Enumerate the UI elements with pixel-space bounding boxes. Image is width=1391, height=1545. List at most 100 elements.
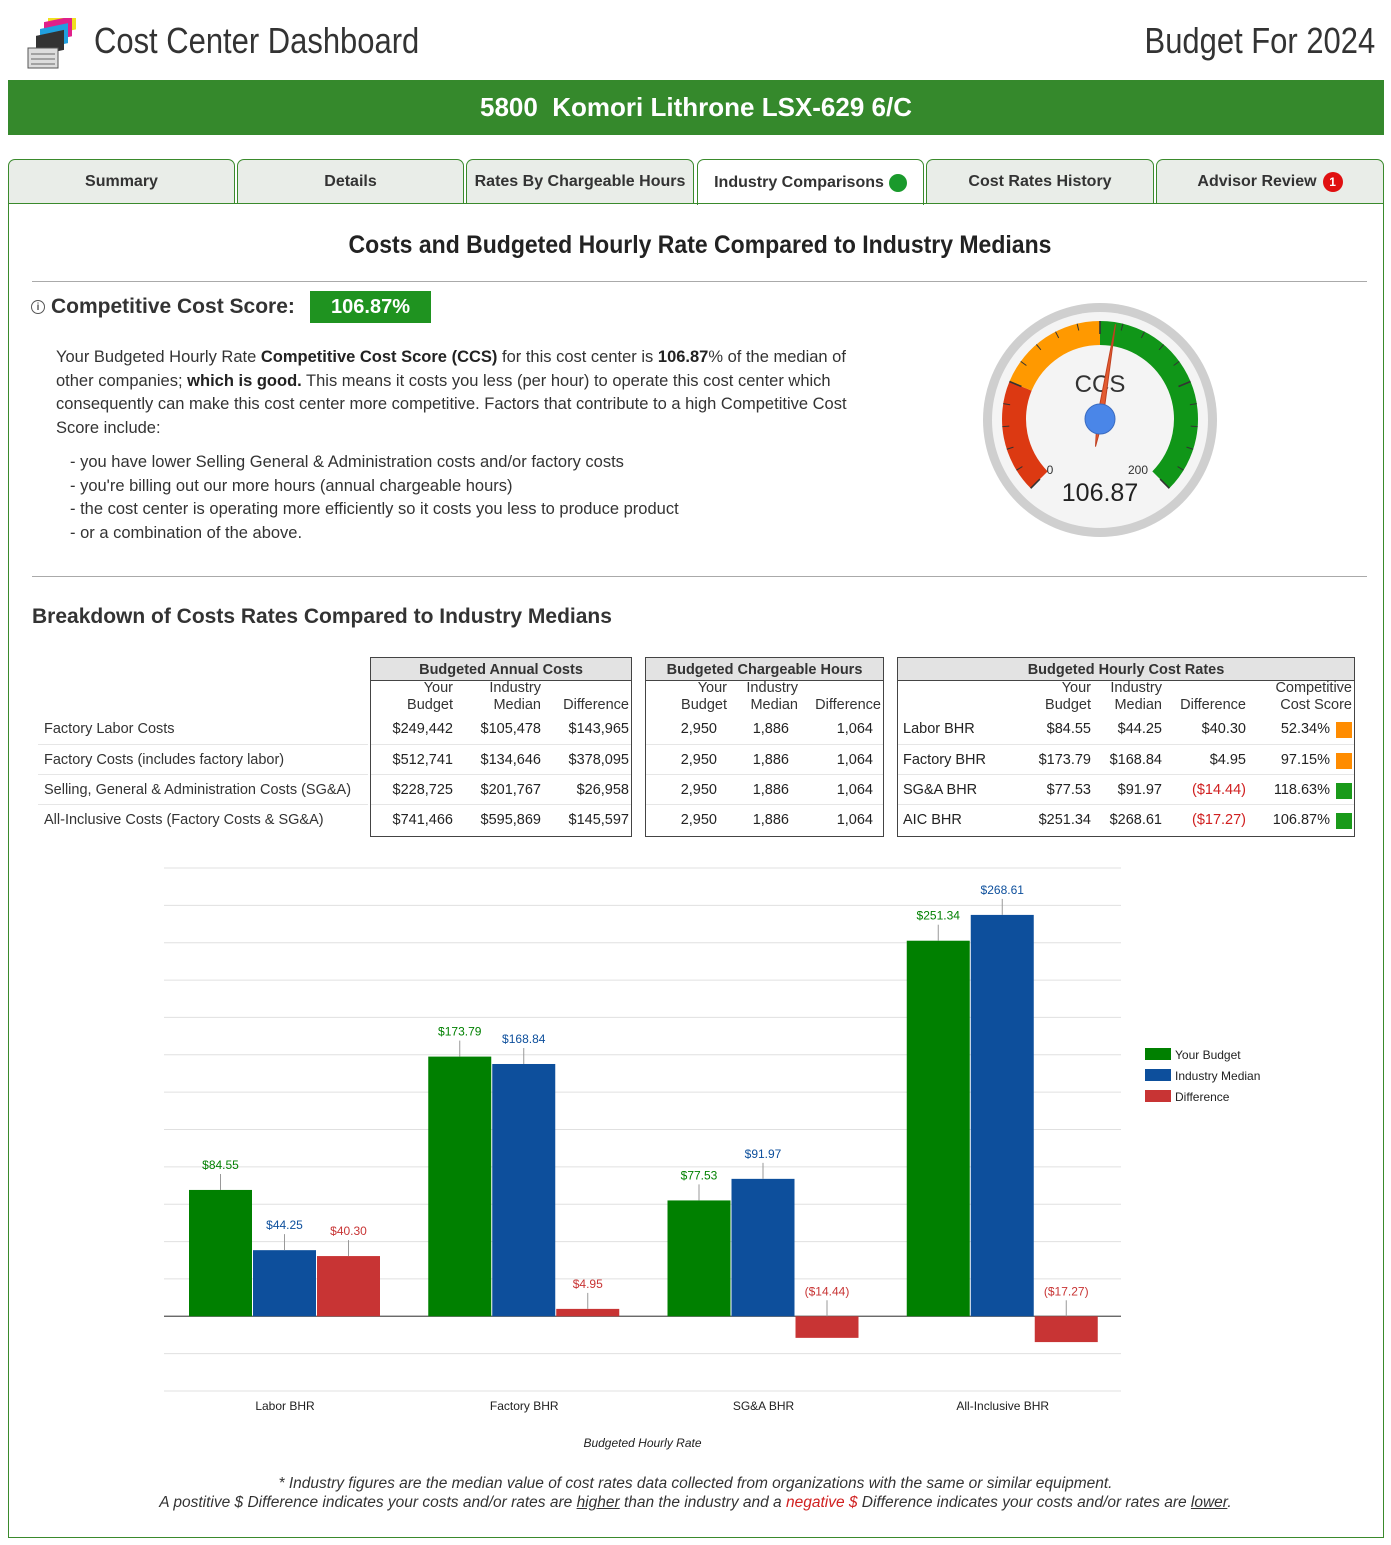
data-label: ($17.27) bbox=[1044, 1284, 1089, 1298]
chart-bar[interactable] bbox=[1034, 1316, 1098, 1343]
legend-swatch bbox=[1145, 1069, 1171, 1081]
chart-bar[interactable] bbox=[556, 1308, 620, 1317]
gauge-label: CCS bbox=[1075, 371, 1126, 398]
footnote-line: * Industry figures are the median value … bbox=[278, 1475, 1113, 1492]
ccs-gauge: CCS 0 200 106.87 bbox=[983, 303, 1217, 537]
table-cell: 1,064 bbox=[836, 752, 873, 768]
divider bbox=[32, 576, 1367, 577]
x-axis-label: Budgeted Hourly Rate bbox=[583, 1436, 701, 1450]
divider bbox=[32, 281, 1367, 282]
table-cell: $741,466 bbox=[392, 812, 453, 828]
header-line: Difference bbox=[1180, 697, 1246, 713]
chart-bar[interactable] bbox=[906, 940, 970, 1317]
tab-summary[interactable]: Summary bbox=[8, 159, 235, 204]
table-cell: $105,478 bbox=[480, 721, 541, 737]
legend-label: Industry Median bbox=[1175, 1069, 1260, 1083]
header-line: Budget bbox=[407, 697, 453, 713]
budget-year-label: Budget For 2024 bbox=[1144, 20, 1375, 61]
legend-label: Difference bbox=[1175, 1090, 1230, 1104]
table-cell: $512,741 bbox=[392, 752, 453, 768]
chart-bar[interactable] bbox=[317, 1256, 380, 1317]
table-cell: 2,950 bbox=[680, 752, 717, 768]
table-cell: $4.95 bbox=[1209, 752, 1246, 768]
gauge-max: 200 bbox=[1128, 463, 1148, 477]
table-cell: $143,965 bbox=[568, 721, 629, 737]
gauge-value: 106.87 bbox=[1062, 479, 1138, 507]
tab-industry-comparisons[interactable]: Industry Comparisons bbox=[697, 159, 924, 205]
row-separator bbox=[646, 804, 883, 805]
text: for this cost center is bbox=[497, 348, 658, 366]
header-line: Median bbox=[750, 697, 798, 713]
legend-swatch bbox=[1145, 1048, 1171, 1060]
column-header: Your Budget bbox=[681, 680, 727, 714]
header-line: Difference bbox=[815, 697, 881, 713]
row-separator bbox=[898, 774, 1354, 775]
tab-cost-rates-history[interactable]: Cost Rates History bbox=[926, 159, 1154, 204]
row-separator bbox=[646, 744, 883, 745]
header-line: Difference bbox=[563, 697, 629, 713]
chart-bar[interactable] bbox=[731, 1178, 795, 1317]
data-label: $173.79 bbox=[438, 1025, 482, 1039]
tab-label: Details bbox=[324, 173, 377, 190]
row-label: All-Inclusive Costs (Factory Costs & SG&… bbox=[44, 812, 324, 828]
gauge-min: 0 bbox=[1047, 463, 1054, 477]
footnote: * Industry figures are the median value … bbox=[0, 1474, 1391, 1512]
text: higher bbox=[576, 1494, 620, 1511]
chart-bar[interactable] bbox=[667, 1200, 731, 1317]
score-color-square bbox=[1336, 813, 1352, 829]
column-header: Your Budget bbox=[407, 680, 453, 714]
column-header: Competitive Cost Score bbox=[1275, 680, 1352, 714]
x-tick-label: Labor BHR bbox=[255, 1399, 315, 1413]
table-cell: $251.34 bbox=[1038, 812, 1091, 828]
tab-details[interactable]: Details bbox=[237, 159, 464, 204]
table-cell: $145,597 bbox=[568, 812, 629, 828]
table-cell: $44.25 bbox=[1117, 721, 1162, 737]
footnote-line: A postitive $ Difference indicates your … bbox=[0, 1493, 1391, 1512]
table-cell: $201,767 bbox=[480, 782, 541, 798]
data-label: $84.55 bbox=[202, 1158, 239, 1172]
row-separator bbox=[38, 744, 368, 745]
tab-advisor-review[interactable]: Advisor Review 1 bbox=[1156, 159, 1384, 204]
text-bold: 106.87 bbox=[657, 348, 709, 366]
chargeable-hours-table: Budgeted Chargeable Hours Your Budget Ind… bbox=[645, 657, 884, 837]
tab-rates-by-chargeable-hours[interactable]: Rates By Chargeable Hours bbox=[466, 159, 694, 204]
header-line: Competitive bbox=[1275, 680, 1352, 696]
table-cell: 2,950 bbox=[680, 782, 717, 798]
info-icon[interactable]: i bbox=[31, 300, 45, 314]
tab-label: Advisor Review bbox=[1197, 173, 1317, 190]
column-header: Difference bbox=[815, 680, 881, 714]
chart-bar[interactable] bbox=[253, 1250, 316, 1317]
x-tick-label: Factory BHR bbox=[490, 1399, 559, 1413]
table-cell: 1,064 bbox=[836, 782, 873, 798]
header-line: Industry bbox=[1110, 680, 1162, 696]
chart-bar[interactable] bbox=[970, 914, 1034, 1317]
table-cell: $40.30 bbox=[1201, 721, 1246, 737]
cost-center-banner: 5800 Komori Lithrone LSX-629 6/C bbox=[8, 80, 1384, 135]
text: Your Budgeted Hourly Rate bbox=[56, 348, 261, 366]
table-cell: $91.97 bbox=[1117, 782, 1162, 798]
text: negative $ bbox=[785, 1494, 858, 1511]
row-label: Selling, General & Administration Costs … bbox=[44, 782, 352, 798]
row-separator bbox=[646, 774, 883, 775]
tab-label: Summary bbox=[85, 173, 158, 190]
header-line: Your bbox=[697, 680, 727, 696]
chart-bar[interactable] bbox=[428, 1056, 492, 1317]
row-separator bbox=[898, 744, 1354, 745]
chart-bar[interactable] bbox=[492, 1063, 556, 1317]
table-cell: 1,064 bbox=[836, 812, 873, 828]
chart-bar[interactable] bbox=[189, 1189, 252, 1317]
hourly-rates-table: Budgeted Hourly Cost Rates Your Budget In… bbox=[897, 657, 1355, 837]
table-cell: 52.34% bbox=[1280, 721, 1330, 737]
score-color-square bbox=[1336, 783, 1352, 799]
rate-label: Factory BHR bbox=[903, 752, 986, 768]
tab-label: Industry Comparisons bbox=[714, 173, 884, 191]
legend-label: Your Budget bbox=[1175, 1048, 1241, 1062]
chart-bar[interactable] bbox=[795, 1316, 859, 1338]
table-cell: ($14.44) bbox=[1191, 782, 1246, 798]
gauge-tick bbox=[1190, 425, 1198, 428]
data-label: $251.34 bbox=[917, 909, 961, 923]
rate-label: SG&A BHR bbox=[903, 782, 978, 798]
column-header: Industry Median bbox=[489, 680, 541, 714]
gauge-tick bbox=[1002, 425, 1010, 428]
table-title: Budgeted Hourly Cost Rates bbox=[898, 658, 1354, 681]
